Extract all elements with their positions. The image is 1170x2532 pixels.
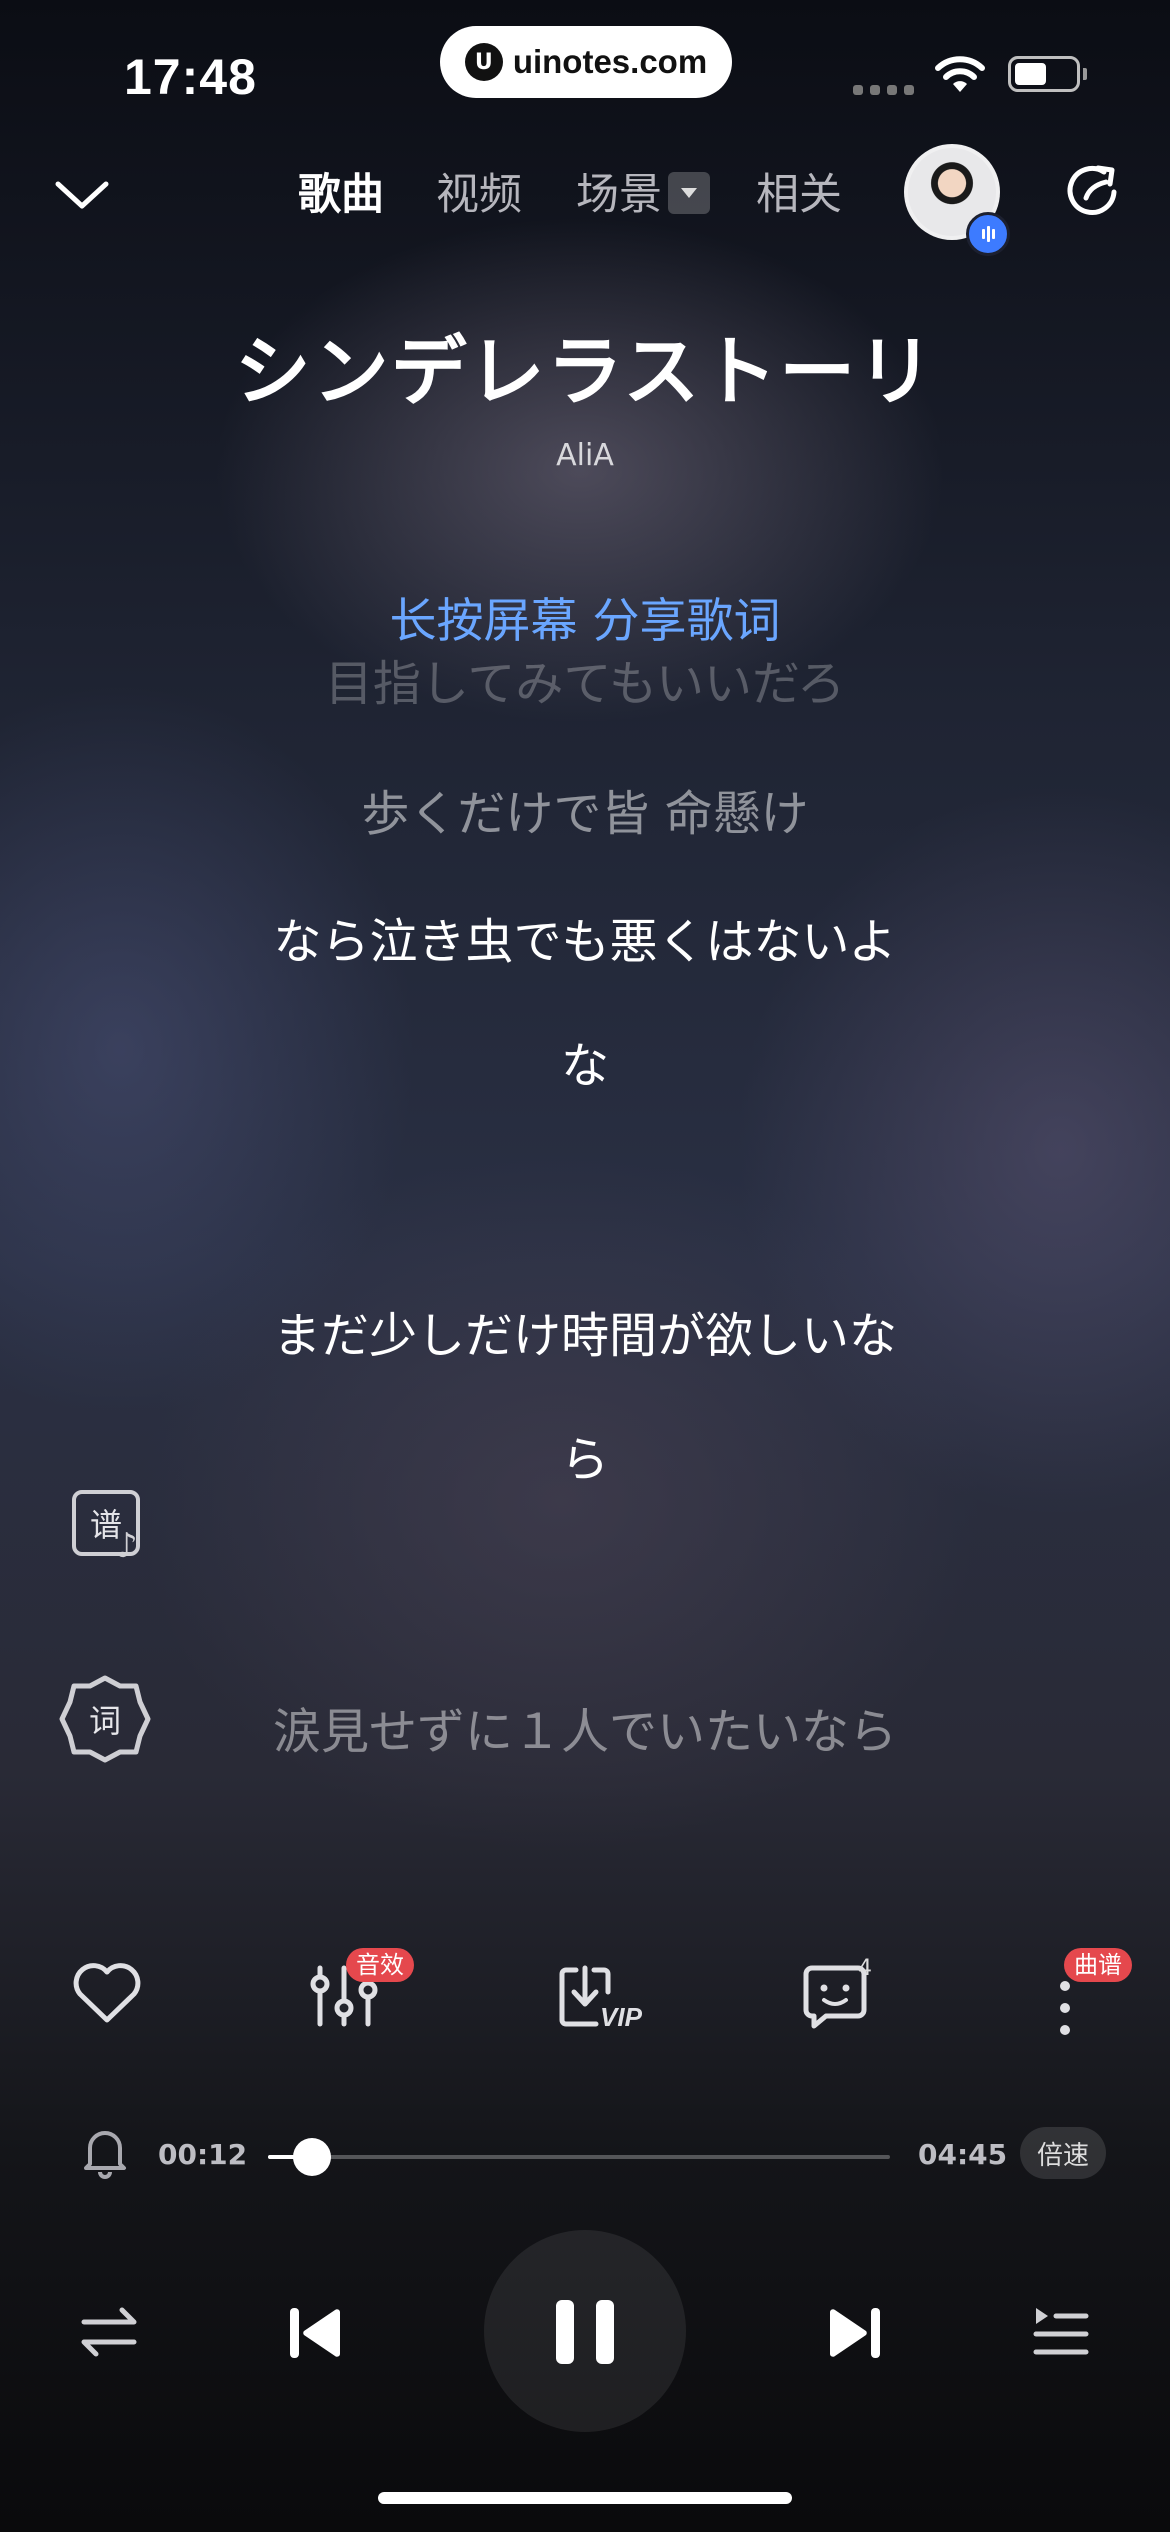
scene-dropdown-icon[interactable] <box>668 172 710 214</box>
lyric-line-current[interactable]: なら泣き虫でも悪くはないよ <box>0 902 1170 972</box>
vip-tag: VIP <box>600 2002 643 2032</box>
playback-speed-button[interactable]: 倍速 <box>1020 2127 1106 2179</box>
tab-related[interactable]: 相关 <box>756 160 842 222</box>
url-text: uinotes.com <box>512 43 708 80</box>
battery-icon <box>1008 56 1080 92</box>
repeat-icon[interactable] <box>80 2304 138 2360</box>
total-time: 04:45 <box>918 2138 1008 2171</box>
lyric-line-current-wrap[interactable]: な <box>0 1026 1170 1096</box>
uinotes-logo: U <box>464 43 503 81</box>
share-icon[interactable] <box>1064 162 1122 220</box>
audio-wave-icon <box>966 212 1010 256</box>
battery-tip <box>1083 68 1087 80</box>
lyric-line[interactable]: 涙見せずに１人でいたいなら <box>0 1692 1170 1762</box>
status-time: 17:48 <box>124 49 257 105</box>
url-pill: U uinotes.com <box>440 26 732 98</box>
progress-thumb[interactable] <box>292 2138 331 2176</box>
next-icon[interactable] <box>826 2304 882 2362</box>
tab-video[interactable]: 视频 <box>436 160 522 222</box>
elapsed-time: 00:12 <box>158 2138 248 2171</box>
home-indicator <box>378 2492 792 2504</box>
chevron-down-icon[interactable] <box>52 170 112 220</box>
share-lyrics-hint: 长按屏幕 分享歌词 <box>389 594 781 649</box>
lyric-line[interactable]: 歩くだけで皆 命懸け <box>0 774 1170 844</box>
lyric-line[interactable]: 目指してみてもいいだろ <box>0 644 1170 714</box>
download-icon[interactable]: VIP <box>556 1962 652 2032</box>
more-icon[interactable] <box>1050 1978 1080 2038</box>
song-title: シンデレラストーリ <box>234 327 936 416</box>
heart-icon[interactable] <box>72 1962 142 2026</box>
bell-icon[interactable] <box>80 2122 130 2180</box>
artist-name[interactable]: AliA <box>0 438 1170 473</box>
music-note-icon: ♪ <box>116 1526 138 1566</box>
comment-count: 4 <box>858 1956 872 1981</box>
lyric-line[interactable]: まだ少しだけ時間が欲しいな <box>0 1296 1170 1366</box>
sheet-music-badge: 曲谱 <box>1064 1948 1132 1982</box>
wifi-icon <box>935 56 985 92</box>
lyric-line-wrap[interactable]: ら <box>0 1420 1170 1490</box>
lyric-button-label[interactable]: 词 <box>58 1672 152 1766</box>
effect-badge: 音效 <box>346 1948 414 1982</box>
tab-song[interactable]: 歌曲 <box>298 160 384 222</box>
tab-scene[interactable]: 场景 <box>576 160 662 222</box>
pause-icon[interactable] <box>554 2298 616 2366</box>
playlist-icon[interactable] <box>1032 2302 1090 2360</box>
cellular-signal-icon <box>853 85 914 95</box>
progress-track[interactable] <box>268 2155 890 2159</box>
previous-icon[interactable] <box>288 2304 344 2362</box>
